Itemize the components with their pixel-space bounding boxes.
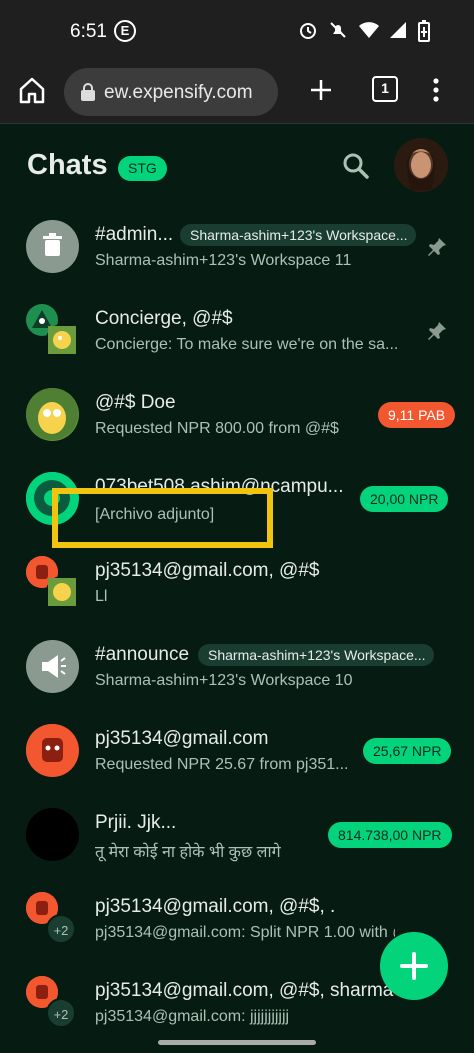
user-avatar <box>26 808 79 861</box>
chat-preview: Concierge: To make sure we're on the sa.… <box>95 336 399 353</box>
chat-preview: तू मेरा कोई ना होके भी कुछ लागे <box>95 844 281 861</box>
system-icons <box>298 20 438 42</box>
workspace-chip: Sharma-ashim+123's Workspace... <box>180 224 416 246</box>
trash-icon <box>26 220 79 273</box>
amount-badge: 814.738,00 NPR <box>328 822 452 848</box>
chat-preview: Sharma-ashim+123's Workspace 10 <box>95 672 353 689</box>
chat-preview: Requested NPR 25.67 from pj351... <box>95 756 349 773</box>
status-time: 6:51 <box>70 21 107 42</box>
browser-toolbar: ew.expensify.com 1 <box>0 62 474 124</box>
home-icon[interactable] <box>16 74 48 106</box>
user-avatar <box>26 724 79 777</box>
chat-name: #announce <box>95 644 190 665</box>
chat-row[interactable]: Prjii. Jjk... तू मेरा कोई ना होके भी कुछ… <box>0 792 474 876</box>
wifi-icon <box>358 20 379 40</box>
amount-badge: 9,11 PAB <box>378 402 456 428</box>
homer-avatar <box>46 324 78 356</box>
chat-row[interactable]: pj35134@gmail.com, @#$ Ll <box>0 540 474 624</box>
url-bar[interactable]: ew.expensify.com <box>64 68 278 116</box>
lock-icon <box>80 83 96 101</box>
chat-name: pj35134@gmail.com, @#$, sharma <box>95 980 394 1001</box>
pin-icon <box>426 320 448 342</box>
search-icon[interactable] <box>340 150 372 182</box>
mute-icon <box>328 20 348 40</box>
alarm-icon <box>298 20 318 40</box>
more-vert-icon[interactable] <box>428 74 444 106</box>
chat-name: pj35134@gmail.com <box>95 728 269 749</box>
chat-preview: Sharma-ashim+123's Workspace 11 <box>95 252 352 269</box>
extra-members-count: +2 <box>46 998 76 1028</box>
highlight-box <box>52 488 273 548</box>
amount-badge: 20,00 NPR <box>360 486 449 512</box>
url-text: ew.expensify.com <box>104 82 253 103</box>
chat-row[interactable]: #admin... Sharma-ashim+123's Workspace..… <box>0 204 474 288</box>
pin-icon <box>426 236 448 258</box>
profile-avatar[interactable] <box>394 138 448 192</box>
extra-members-count: +2 <box>46 914 76 944</box>
chat-preview: Ll <box>95 588 108 605</box>
e-badge-icon: E <box>114 20 136 42</box>
chat-row[interactable]: pj35134@gmail.com Requested NPR 25.67 fr… <box>0 708 474 792</box>
chat-preview: pj35134@gmail.com: Split NPR 1.00 with @ <box>95 924 395 941</box>
signal-icon <box>388 20 408 40</box>
status-bar: 6:51 E <box>0 0 474 62</box>
chat-name: Concierge, @#$ <box>95 308 233 329</box>
chat-row[interactable]: @#$ Doe Requested NPR 800.00 from @#$ 9,… <box>0 372 474 456</box>
chat-row[interactable]: #announce Sharma-ashim+123's Workspace..… <box>0 624 474 708</box>
tabs-icon[interactable]: 1 <box>372 76 398 102</box>
chat-row[interactable]: Concierge, @#$ Concierge: To make sure w… <box>0 288 474 372</box>
megaphone-icon <box>26 640 79 693</box>
chat-name: pj35134@gmail.com, @#$, . <box>95 896 336 917</box>
workspace-chip: Sharma-ashim+123's Workspace... <box>198 644 434 666</box>
page-title: Chats <box>27 149 108 181</box>
home-indicator <box>158 1040 316 1045</box>
env-badge: STG <box>118 156 167 181</box>
chat-name: pj35134@gmail.com, @#$ <box>95 560 320 581</box>
new-tab-plus-icon[interactable] <box>305 74 337 106</box>
chat-preview: Requested NPR 800.00 from @#$ <box>95 420 339 437</box>
chats-header: Chats STG <box>0 124 474 204</box>
chat-name: @#$ Doe <box>95 392 176 413</box>
chat-preview: pj35134@gmail.com: jjjjjjjjjjj <box>95 1008 290 1025</box>
homer-avatar <box>46 576 78 608</box>
homer-avatar <box>26 388 79 441</box>
new-chat-fab[interactable] <box>380 932 448 1000</box>
battery-icon <box>418 20 438 42</box>
chat-name: Prjii. Jjk... <box>95 812 177 833</box>
chat-name: #admin... <box>95 224 174 245</box>
fab-plus-icon <box>400 952 428 980</box>
amount-badge: 25,67 NPR <box>363 738 452 764</box>
